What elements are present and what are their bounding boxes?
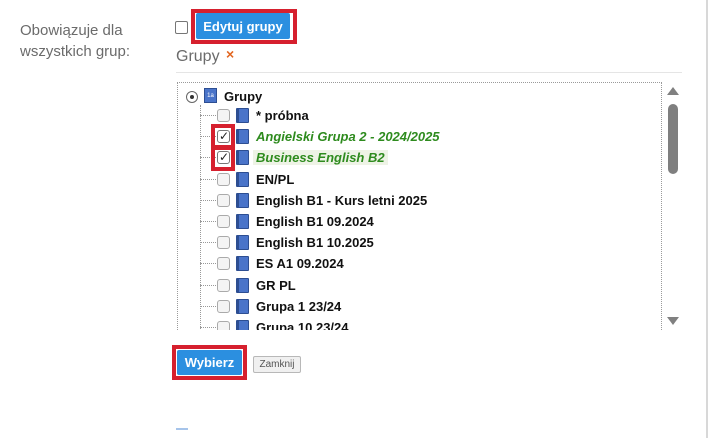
tree-branch-line <box>200 242 216 244</box>
tree-item-label[interactable]: English B1 - Kurs letni 2025 <box>256 193 427 208</box>
book-icon <box>236 192 249 208</box>
tree-branch-line <box>200 115 216 116</box>
tree-branch-line <box>200 263 216 265</box>
tree-item[interactable]: ES A1 09.2024 <box>200 253 660 274</box>
tree-item-checkbox[interactable] <box>217 109 230 122</box>
tree-item[interactable]: English B1 10.2025 <box>200 232 660 253</box>
book-icon <box>236 150 249 166</box>
tree-item-label[interactable]: * próbna <box>256 108 309 123</box>
tree-item-checkbox[interactable] <box>217 215 230 228</box>
tree-item[interactable]: Grupa 1 23/24 <box>200 296 660 317</box>
book-icon <box>236 214 249 229</box>
tree-item-checkbox[interactable] <box>217 278 230 292</box>
tree-branch-line <box>200 305 216 307</box>
book-icon <box>236 256 249 272</box>
applies-to-all-checkbox[interactable] <box>175 21 188 34</box>
section-divider <box>176 72 682 73</box>
tree-item-label[interactable]: English B1 10.2025 <box>256 235 374 250</box>
scroll-thumb[interactable] <box>668 104 678 174</box>
tree-item[interactable]: Grupa 10 23/24 <box>200 317 660 330</box>
scroll-up-icon[interactable] <box>667 87 679 95</box>
book-icon <box>236 108 249 123</box>
tree-item[interactable]: English B1 - Kurs letni 2025 <box>200 190 660 211</box>
tree-item-checkbox[interactable] <box>217 257 230 271</box>
tree-item[interactable]: English B1 09.2024 <box>200 211 660 232</box>
highlight-checkbox-2 <box>211 146 235 171</box>
tree-item-checkbox[interactable] <box>217 236 230 250</box>
applies-to-all-label: Obowiązuje dla wszystkich grup: <box>20 22 131 60</box>
book-icon <box>236 171 249 187</box>
tree-branch-line <box>200 178 216 180</box>
tree-item-label[interactable]: English B1 09.2024 <box>256 214 374 229</box>
book-icon <box>236 235 249 251</box>
tree-item[interactable]: * próbna <box>200 105 660 126</box>
close-button[interactable]: Zamknij <box>253 356 301 373</box>
tree-scrollbar[interactable] <box>662 82 684 330</box>
tree-branch-line <box>200 327 216 328</box>
tree-item-label[interactable]: Grupa 1 23/24 <box>256 299 341 314</box>
tree-item-label[interactable]: Grupa 10 23/24 <box>256 320 349 330</box>
select-button[interactable]: Wybierz <box>177 350 242 375</box>
tree-item[interactable]: GR PL <box>200 275 660 296</box>
tree-item[interactable]: Business English B2 <box>200 147 660 168</box>
edit-groups-button[interactable]: Edytuj grupy <box>196 13 290 39</box>
scroll-down-icon[interactable] <box>667 317 679 325</box>
tree-item-checkbox[interactable] <box>217 299 230 313</box>
book-icon <box>236 320 249 330</box>
tree-item-label[interactable]: Business English B2 <box>253 150 388 166</box>
tree-item-checkbox[interactable] <box>217 321 230 330</box>
tree-branch-line <box>200 284 216 286</box>
book-icon <box>236 298 249 314</box>
root-radio[interactable] <box>186 91 198 103</box>
tree-item-label[interactable]: ES A1 09.2024 <box>256 256 344 271</box>
tree-item-label[interactable]: EN/PL <box>256 172 294 187</box>
tree-item-label[interactable]: Angielski Grupa 2 - 2024/2025 <box>253 129 443 144</box>
tree-item-checkbox[interactable] <box>217 172 230 186</box>
root-folder-icon: 1a <box>204 88 217 103</box>
tree-item-label[interactable]: GR PL <box>256 278 296 293</box>
bottom-mark <box>176 428 188 430</box>
groups-tree: 1a Grupy * próbna Angielski Grupa 2 - 202… <box>177 82 662 330</box>
book-icon <box>236 129 249 145</box>
book-icon <box>236 277 249 293</box>
groups-section-title: Grupy <box>176 48 220 65</box>
tree-branch-line <box>200 199 216 201</box>
tree-item[interactable]: Angielski Grupa 2 - 2024/2025 <box>200 126 660 147</box>
tree-root-label: Grupy <box>224 89 263 104</box>
tree-item[interactable]: EN/PL <box>200 169 660 190</box>
remove-groups-icon[interactable]: × <box>226 46 234 62</box>
tree-item-checkbox[interactable] <box>217 193 230 207</box>
tree-branch-line <box>200 221 216 222</box>
